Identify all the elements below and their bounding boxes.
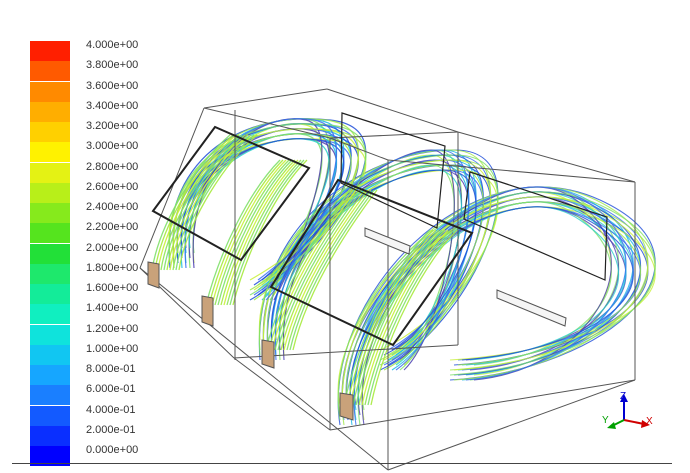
legend-swatch [30, 122, 70, 142]
legend-tick-label: 1.000e+00 [86, 342, 139, 355]
legend-tick-label: 6.000e-01 [86, 383, 136, 396]
legend-tick-label: 2.000e-01 [86, 423, 136, 436]
legend-tick-label: 2.200e+00 [86, 221, 139, 234]
inlet-slot [261, 339, 275, 369]
legend-swatch [30, 41, 70, 61]
streamline [353, 201, 627, 411]
legend-tick-label: 1.800e+00 [86, 261, 139, 274]
box-edge [326, 88, 459, 133]
legend-tick-label: 3.400e+00 [86, 99, 139, 112]
z-axis-label: Z [620, 391, 626, 402]
bottom-divider [12, 463, 672, 464]
legend-swatch [30, 365, 70, 385]
legend-swatch [30, 304, 70, 325]
legend-tick-label: 2.400e+00 [86, 201, 139, 213]
outlet-slot [496, 289, 567, 327]
inlet-slot [339, 392, 354, 421]
panel-back-right [463, 171, 608, 281]
legend-swatch [30, 101, 70, 122]
legend-swatch [30, 405, 70, 426]
legend-tick-label: 8.000e-01 [86, 363, 136, 375]
legend-swatch [30, 162, 70, 183]
legend-swatch [30, 182, 70, 203]
legend-swatch [30, 385, 70, 406]
legend-swatch [30, 203, 70, 223]
axis-triad-icon: Z X Y [602, 391, 653, 429]
legend-tick-label: 4.000e-01 [86, 403, 136, 416]
streamline [349, 186, 634, 426]
legend-tick-label: 3.600e+00 [86, 79, 139, 92]
streamlines-group [151, 118, 656, 426]
legend-swatch [30, 243, 70, 264]
legend-swatch [30, 142, 70, 163]
color-legend: 4.000e+00 3.800e+00 3.600e+00 3.400e+00 3.20… [30, 39, 150, 466]
legend-tick-label: 1.400e+00 [86, 302, 139, 315]
legend-tick-label: 3.000e+00 [86, 140, 139, 153]
legend-swatch [30, 344, 70, 365]
legend-swatch [30, 61, 70, 82]
legend-swatch [30, 324, 70, 345]
inlet-slot [201, 295, 214, 327]
y-axis-label: Y [602, 415, 609, 426]
room-box-outline [139, 88, 636, 471]
legend-swatch [30, 81, 70, 102]
x-axis-label: X [646, 416, 653, 427]
legend-tick-label: 3.200e+00 [86, 120, 139, 132]
legend-tick-label: 2.000e+00 [86, 241, 139, 254]
legend-tick-label: 1.200e+00 [86, 322, 139, 335]
graphics-viewport[interactable]: 4.000e+00 3.800e+00 3.600e+00 3.400e+00 3.20… [0, 0, 690, 473]
box-edge [203, 88, 328, 109]
legend-swatch [30, 223, 70, 244]
streamline [274, 149, 470, 371]
x-axis-line [623, 419, 645, 425]
legend-swatch [30, 263, 70, 284]
legend-swatch [30, 284, 70, 304]
legend-tick-label: 2.800e+00 [86, 160, 139, 173]
legend-tick-label: 0.000e+00 [86, 444, 139, 456]
legend-tick-label: 3.800e+00 [86, 59, 139, 72]
legend-tick-label: 4.000e+00 [86, 39, 139, 51]
box-edge [233, 357, 331, 431]
streamline [353, 191, 627, 421]
legend-tick-label: 1.600e+00 [86, 282, 139, 294]
legend-tick-label: 2.600e+00 [86, 180, 139, 193]
legend-swatch [30, 425, 70, 446]
